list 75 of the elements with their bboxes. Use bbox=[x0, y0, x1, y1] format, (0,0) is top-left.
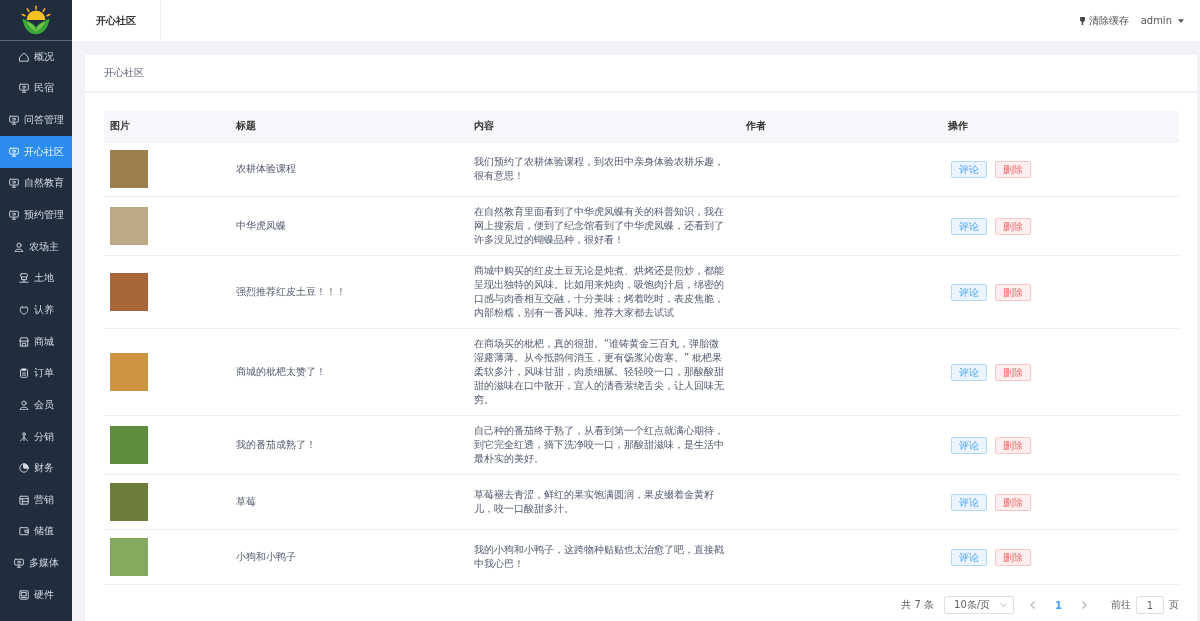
post-content: 我的小狗和小鸭子，这跨物种贴贴也太治愈了吧，直接戳中我心巴！ bbox=[474, 543, 725, 571]
sidebar-item[interactable]: 预约管理 bbox=[0, 199, 72, 231]
monitor-icon bbox=[8, 178, 19, 189]
card-title: 开心社区 bbox=[104, 66, 144, 80]
photo-placeholder bbox=[110, 353, 148, 391]
sidebar-item[interactable]: 订单 bbox=[0, 357, 72, 390]
brush-icon bbox=[1079, 16, 1085, 25]
clear-cache-button[interactable]: 清除缓存 bbox=[1079, 13, 1129, 28]
post-title: 商城的枇杷太赞了！ bbox=[236, 366, 326, 377]
fruit-icon bbox=[18, 304, 29, 315]
clipboard-icon bbox=[18, 368, 29, 379]
photo-placeholder bbox=[110, 426, 148, 464]
pie-chart-icon bbox=[18, 463, 29, 474]
person-icon bbox=[13, 241, 24, 252]
column-header: 标题 bbox=[230, 111, 468, 142]
post-title: 我的番茄成熟了！ bbox=[236, 439, 316, 450]
column-header: 图片 bbox=[104, 111, 230, 142]
photo-placeholder bbox=[110, 483, 148, 521]
post-title: 农耕体验课程 bbox=[236, 163, 296, 174]
sidebar-item[interactable]: 概况 bbox=[0, 41, 72, 73]
post-title: 小狗和小鸭子 bbox=[236, 551, 296, 562]
page-size-select[interactable]: 10条/页 bbox=[944, 596, 1015, 614]
sun-leaf-logo-icon bbox=[20, 5, 52, 35]
post-content: 商城中购买的红皮土豆无论是炖煮、烘烤还是煎炒，都能呈现出独特的风味。比如用来炖肉，吸饱肉汁后，绵密的口感与肉香相互交融，十分美味；烤着吃时，表皮焦脆，内部粉糯，别有一番风味。推荐大家都去试试 bbox=[474, 264, 725, 320]
page-tab[interactable]: 开心社区 bbox=[72, 0, 161, 41]
post-title: 草莓 bbox=[236, 496, 256, 507]
sidebar-item[interactable]: 营销 bbox=[0, 483, 72, 516]
photo-placeholder bbox=[110, 150, 148, 188]
post-title: 强烈推荐红皮土豆！！！ bbox=[236, 286, 346, 297]
calendar-icon bbox=[18, 494, 29, 505]
chevron-right-icon bbox=[1082, 601, 1087, 609]
column-header: 作者 bbox=[740, 111, 942, 142]
column-header: 操作 bbox=[942, 111, 1179, 142]
sidebar-item[interactable]: 多媒体 bbox=[0, 547, 72, 579]
monitor-icon bbox=[8, 146, 19, 157]
total-count: 共 7 条 bbox=[901, 598, 935, 612]
page-unit-label: 页 bbox=[1169, 598, 1179, 612]
monitor-icon bbox=[8, 115, 19, 126]
goto-label: 前往 bbox=[1111, 598, 1131, 612]
post-content: 我们预约了农耕体验课程，到农田中亲身体验农耕乐趣，很有意思！ bbox=[474, 155, 725, 183]
monitor-icon bbox=[13, 558, 24, 569]
post-content: 在商场买的枇杷，真的很甜。“谁铸黄金三百丸，弹胎微湿露薄薄。从今抵鹊何消玉，更有饧浆沁齿寒。” 枇杷果柔软多汁，风味甘甜，肉质细腻。轻轻咬一口，那酸酸甜甜的滋味在口中散开，宜人的清香萦绕舌尖，让人回味无穷。 bbox=[474, 337, 725, 407]
post-content: 自己种的番茄终于熟了，从看到第一个红点就满心期待，到它完全红透，摘下洗净咬一口，那酸甜滋味，是生活中最朴实的美好。 bbox=[474, 424, 725, 466]
sidebar-item[interactable]: 土地 bbox=[0, 262, 72, 295]
sidebar-item[interactable]: 商城 bbox=[0, 325, 72, 358]
monitor-icon bbox=[8, 210, 19, 220]
page-input[interactable]: 1 bbox=[1136, 596, 1164, 614]
sidebar-item[interactable]: 问答管理 bbox=[0, 104, 72, 136]
sidebar-item[interactable]: 认养 bbox=[0, 294, 72, 326]
person-icon bbox=[18, 399, 29, 410]
sidebar-item[interactable]: 储值 bbox=[0, 515, 72, 548]
sidebar-item[interactable]: 分销 bbox=[0, 420, 72, 453]
wallet-icon bbox=[18, 526, 29, 537]
monitor-icon bbox=[18, 83, 29, 94]
photo-placeholder bbox=[110, 538, 148, 576]
sidebar-item[interactable]: 会员 bbox=[0, 389, 72, 421]
home-icon bbox=[18, 51, 29, 62]
post-content: 在自然教育里面看到了中华虎凤蝶有关的科普知识，我在网上搜索后，便到了纪念馆看到了中华虎凤蝶，还看到了许多没见过的蝴蝶品种，很好看！ bbox=[474, 205, 725, 247]
sidebar-item[interactable]: 农场主 bbox=[0, 230, 72, 263]
photo-placeholder bbox=[110, 273, 148, 311]
chevron-left-icon bbox=[1030, 601, 1036, 609]
caret-icon bbox=[1178, 18, 1184, 23]
sidebar-item[interactable]: 民宿 bbox=[0, 72, 72, 105]
store-icon bbox=[18, 336, 29, 347]
user-menu[interactable]: admin bbox=[1140, 15, 1184, 26]
sidebar-item[interactable]: 硬件 bbox=[0, 578, 72, 611]
stack-icon bbox=[18, 273, 29, 284]
post-content: 草莓褪去青涩，鲜红的果实饱满圆润，果皮缀着金黄籽儿，咬一口酸甜多汁。 bbox=[474, 488, 715, 516]
hierarchy-icon bbox=[18, 431, 29, 442]
sidebar-item[interactable]: 财务 bbox=[0, 452, 72, 484]
photo-placeholder bbox=[110, 207, 148, 245]
column-header: 内容 bbox=[468, 111, 740, 142]
chevron-down-icon bbox=[1000, 603, 1008, 607]
post-title: 中华虎凤蝶 bbox=[236, 220, 286, 231]
sidebar-item[interactable]: 自然教育 bbox=[0, 167, 72, 200]
